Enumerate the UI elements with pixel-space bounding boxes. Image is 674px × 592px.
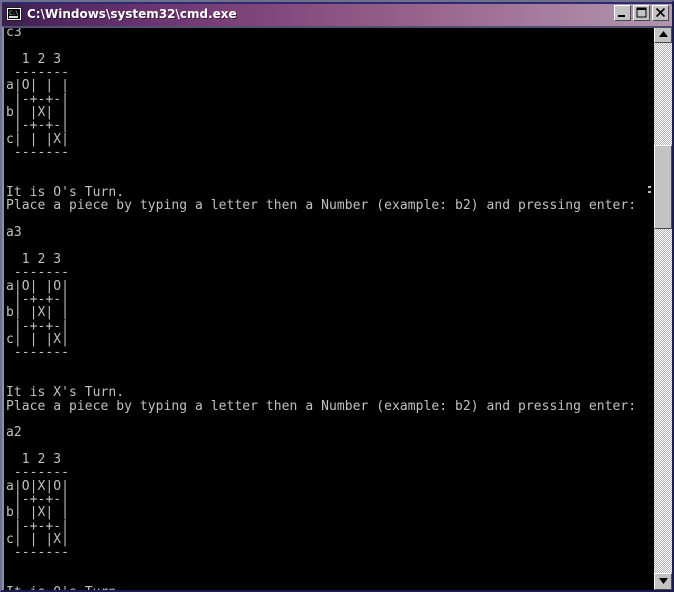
scroll-up-button[interactable]	[654, 26, 672, 43]
console-line: 1 2 3	[6, 51, 62, 67]
console-line: a|O|X|O|	[6, 478, 70, 494]
console-line: -------	[6, 465, 70, 481]
console-line: |-+-+-|	[6, 518, 70, 534]
console-line: a2	[6, 425, 22, 441]
console-line: |-+-+-|	[6, 118, 70, 134]
console-line: -------	[6, 345, 70, 361]
console-line: |-+-+-|	[6, 318, 70, 334]
console-client-area[interactable]: c3 1 2 3 ------- a|O| | | |-+-+-| b| |X| |…	[2, 26, 672, 590]
cmd-icon-underline	[9, 16, 18, 18]
console-line: -------	[6, 145, 70, 161]
titlebar[interactable]: C:\ C:\Windows\system32\cmd.exe	[2, 2, 672, 26]
maximize-button[interactable]	[633, 5, 650, 21]
console-line: Place a piece by typing a letter then a …	[6, 398, 637, 414]
cmd-window: C:\ C:\Windows\system32\cmd.exe c3 1 2 3…	[0, 0, 674, 592]
console-line: 1 2 3	[6, 452, 62, 467]
console-line: c3	[6, 26, 22, 40]
console-line: 1 2 3	[6, 251, 62, 267]
console-line: b| |X| |	[6, 305, 70, 321]
close-button[interactable]	[652, 5, 669, 21]
vertical-scrollbar[interactable]	[648, 26, 672, 590]
console-line: It is O's Turn.	[6, 586, 654, 590]
console-line: a3	[6, 225, 22, 241]
console-line: It is X's Turn.	[6, 385, 125, 401]
console-line: |-+-+-|	[6, 492, 70, 508]
console-line: b| |X| |	[6, 505, 70, 521]
console-line: Place a piece by typing a letter then a …	[6, 198, 637, 214]
console-line: It is O's Turn.	[6, 185, 125, 201]
console-line: |-+-+-|	[6, 291, 70, 307]
console-line: -------	[6, 545, 70, 561]
minimize-button[interactable]	[614, 5, 631, 21]
triangle-up-icon	[658, 31, 668, 37]
window-title: C:\Windows\system32\cmd.exe	[27, 7, 237, 21]
scroll-down-button[interactable]	[654, 573, 672, 590]
console-output: c3 1 2 3 ------- a|O| | | |-+-+-| b| |X| |…	[6, 26, 654, 590]
console-line: |-+-+-|	[6, 91, 70, 107]
console-line: c| | |X|	[6, 131, 70, 147]
maximize-icon	[636, 7, 647, 18]
scrollbar-thumb[interactable]	[654, 145, 672, 229]
scrollbar-edge-marks	[648, 186, 652, 196]
console-line: a|O| | |	[6, 78, 70, 94]
console-line: b| |X| |	[6, 105, 70, 121]
close-icon	[655, 7, 666, 18]
titlebar-top-edge	[2, 2, 672, 4]
console-line: c| | |X|	[6, 532, 70, 548]
console-line: a|O| |O|	[6, 278, 70, 294]
console-line: -------	[6, 65, 70, 81]
minimize-icon	[618, 15, 625, 17]
console-line: c| | |X|	[6, 331, 70, 347]
triangle-down-icon	[658, 578, 668, 584]
console-line: -------	[6, 265, 70, 281]
cmd-icon: C:\	[6, 7, 22, 21]
window-controls	[614, 5, 669, 21]
